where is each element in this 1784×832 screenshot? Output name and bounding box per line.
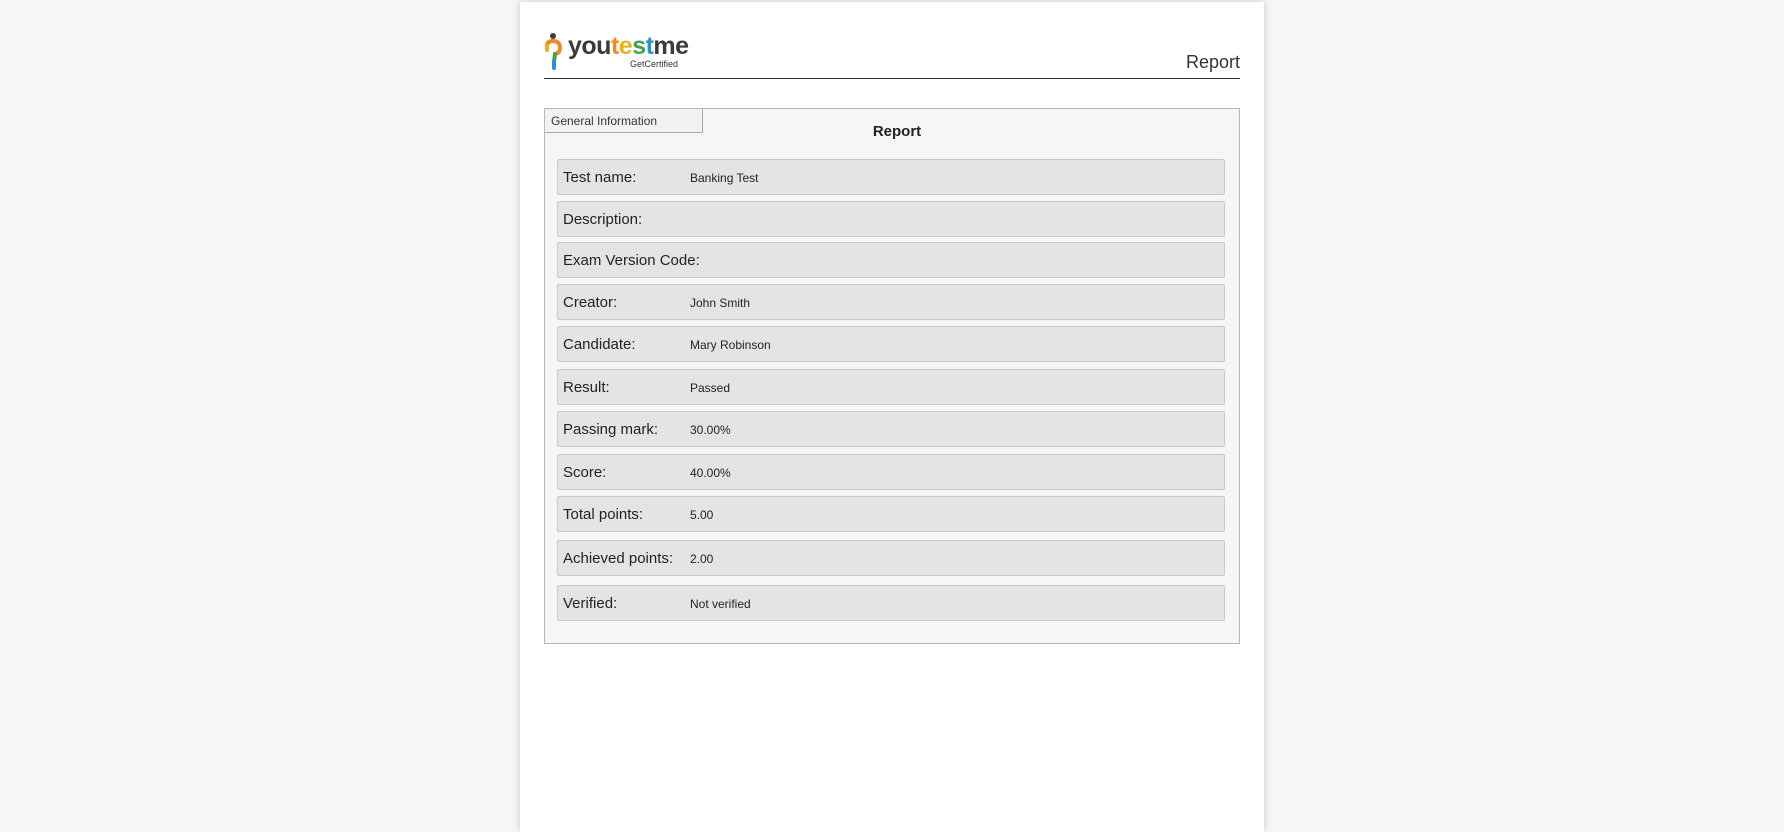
report-header: youtestme GetCertified Report xyxy=(544,30,1240,79)
row-test-name: Test name: Banking Test xyxy=(557,159,1225,195)
row-label: Passing mark: xyxy=(563,421,659,438)
row-label: Candidate: xyxy=(563,336,636,353)
report-page: youtestme GetCertified Report General In… xyxy=(520,2,1264,832)
row-label: Creator: xyxy=(563,294,618,311)
row-total-points: Total points: 5.00 xyxy=(557,496,1225,532)
logo-subtext: GetCertified xyxy=(630,59,679,69)
general-information-panel: General Information Report Test name: Ba… xyxy=(544,108,1240,644)
row-result: Result: Passed xyxy=(557,369,1225,405)
row-value: 2.00 xyxy=(690,552,714,566)
row-label: Total points: xyxy=(563,506,644,523)
row-value: 30.00% xyxy=(690,423,731,437)
row-exam-version-code: Exam Version Code: xyxy=(557,242,1225,278)
youtestme-logo: youtestme GetCertified xyxy=(544,30,694,72)
row-value: Banking Test xyxy=(690,171,759,185)
row-label: Test name: xyxy=(563,169,637,186)
row-verified: Verified: Not verified xyxy=(557,585,1225,621)
header-title: Report xyxy=(1185,52,1240,72)
logo-wordmark: youtestme xyxy=(568,32,689,60)
row-label: Score: xyxy=(563,464,607,481)
row-value: Mary Robinson xyxy=(690,338,771,352)
row-creator: Creator: John Smith xyxy=(557,284,1225,320)
row-passing-mark: Passing mark: 30.00% xyxy=(557,411,1225,447)
row-value: Passed xyxy=(690,381,731,395)
row-description: Description: xyxy=(557,201,1225,237)
row-score: Score: 40.00% xyxy=(557,454,1225,490)
row-value: 40.00% xyxy=(690,466,731,480)
row-label: Verified: xyxy=(563,595,618,612)
row-value: Not verified xyxy=(690,597,751,611)
logo-figure-icon xyxy=(545,33,563,70)
row-candidate: Candidate: Mary Robinson xyxy=(557,326,1225,362)
row-label: Exam Version Code: xyxy=(563,252,700,269)
row-label: Achieved points: xyxy=(563,550,674,567)
row-value: John Smith xyxy=(690,296,751,310)
panel-title: Report xyxy=(872,123,922,140)
row-label: Result: xyxy=(563,379,610,396)
row-label: Description: xyxy=(563,211,643,228)
row-value: 5.00 xyxy=(690,508,714,522)
row-achieved-points: Achieved points: 2.00 xyxy=(557,540,1225,576)
